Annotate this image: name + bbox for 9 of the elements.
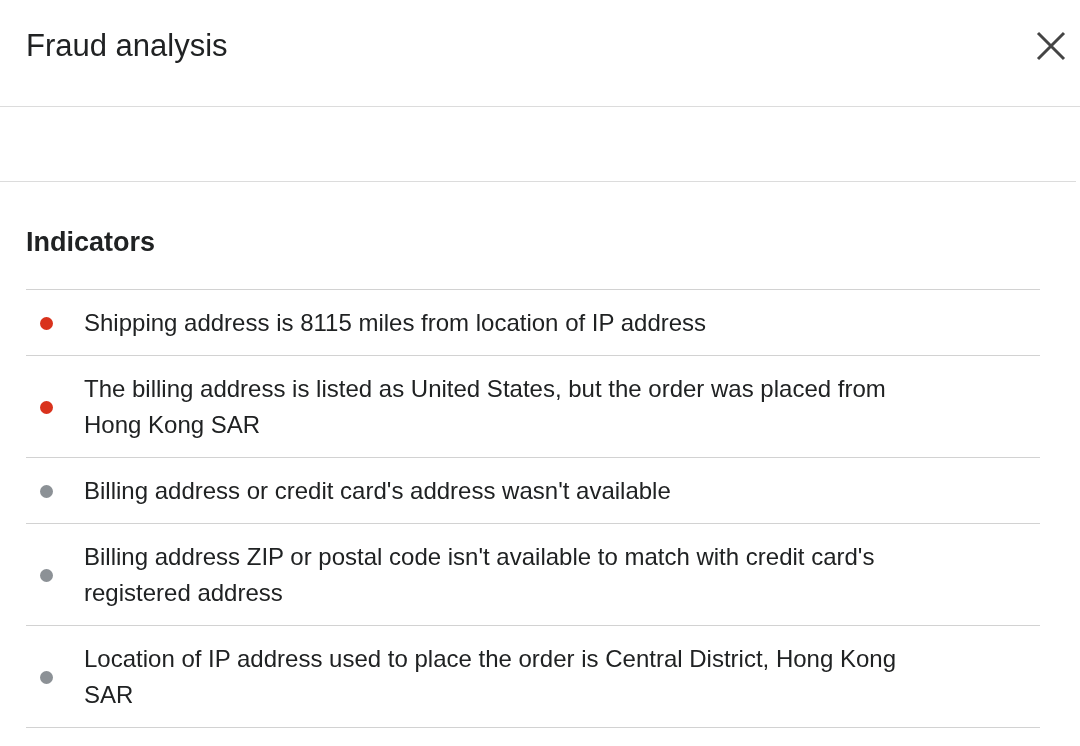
indicator-text: Billing address ZIP or postal code isn't available to match with credit card's registered address [84,542,876,608]
close-icon [1036,31,1066,61]
indicator-text: Billing address or credit card's address wasn't available [84,476,671,506]
indicator-text: Location of IP address used to place the order is Central District, Hong Kong SAR [84,644,897,710]
dialog-title: Fraud analysis [26,28,228,64]
close-button[interactable] [1034,29,1068,63]
indicator-text: The billing address is listed as United States, but the order was placed from Hong Kong SAR [84,374,887,440]
section-heading: Indicators [26,226,157,258]
indicator-text: Shipping address is 8115 miles from location of IP address [84,308,707,338]
